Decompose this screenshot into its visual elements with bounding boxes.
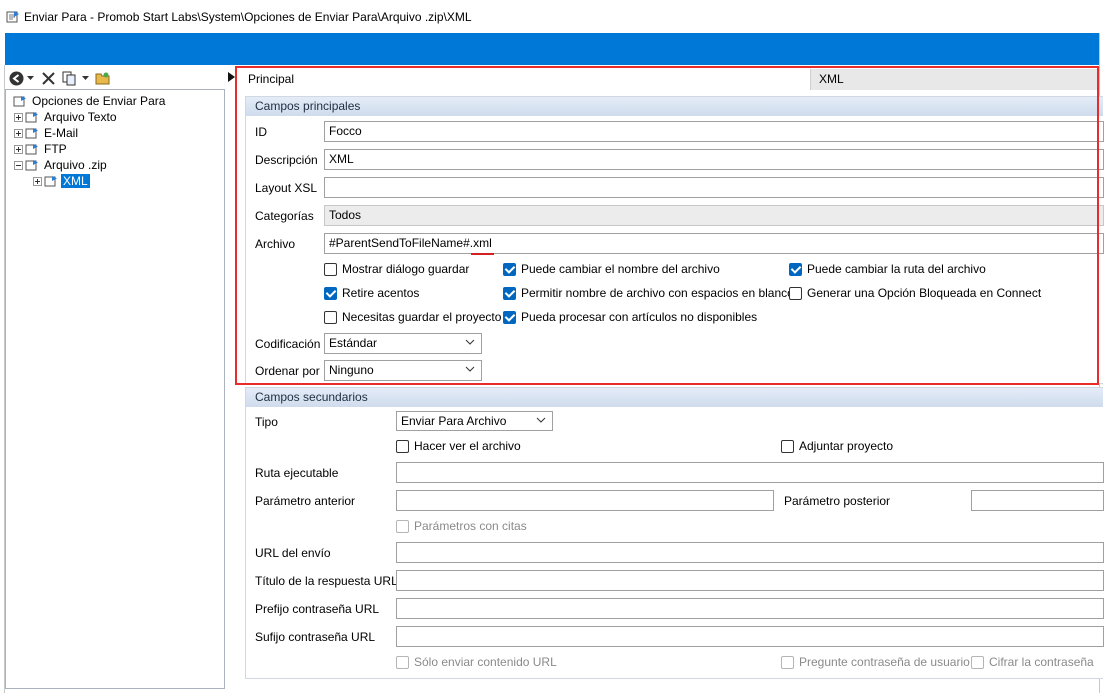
folder-icon[interactable] xyxy=(94,70,110,86)
tree-item-label: Arquivo .zip xyxy=(44,158,107,172)
checkbox-box[interactable] xyxy=(396,439,409,453)
param-before-label: Parámetro anterior xyxy=(255,494,356,508)
send-option-icon xyxy=(25,160,38,171)
ribbon-band xyxy=(5,33,1099,65)
checkbox-label: Pregunte contraseña de usuario xyxy=(799,655,970,669)
copy-icon[interactable] xyxy=(61,70,77,86)
password-suffix-url-field[interactable] xyxy=(396,626,1104,647)
checkbox-label: Cifrar la contraseña xyxy=(989,655,1094,669)
param-after-label: Parámetro posterior xyxy=(784,494,891,508)
chevron-down-icon xyxy=(536,417,546,423)
expand-icon[interactable] xyxy=(14,144,23,154)
delete-icon[interactable] xyxy=(40,70,56,86)
tree-item-label: Arquivo Texto xyxy=(44,110,117,124)
options-tree: Opciones de Enviar Para Arquivo Texto E-… xyxy=(5,89,225,689)
tree-root-label: Opciones de Enviar Para xyxy=(32,94,166,108)
send-url-field[interactable] xyxy=(396,542,1104,563)
type-value: Enviar Para Archivo xyxy=(401,414,507,428)
send-to-icon xyxy=(6,11,19,23)
secondary-fields-header: Campos secundarios xyxy=(246,388,1103,407)
type-label: Tipo xyxy=(255,415,278,429)
checkbox-box[interactable] xyxy=(971,655,984,669)
title-bar: Enviar Para - Promob Start Labs\System\O… xyxy=(0,0,1104,33)
encrypt-password-checkbox[interactable]: Cifrar la contraseña xyxy=(971,655,1094,669)
checkbox-label: Parámetros con citas xyxy=(414,519,527,533)
tree-toolbar xyxy=(5,68,225,88)
highlight-rectangle xyxy=(235,66,1099,385)
password-prefix-url-label: Prefijo contraseña URL xyxy=(255,602,380,616)
send-option-icon xyxy=(44,176,57,187)
params-quotes-checkbox[interactable]: Parámetros con citas xyxy=(396,519,527,533)
checkbox-label: Adjuntar proyecto xyxy=(799,439,894,453)
checkbox-box[interactable] xyxy=(396,519,409,533)
tree-item-arquivo-zip[interactable]: Arquivo .zip xyxy=(14,157,109,173)
tree-item-label: XML xyxy=(61,174,90,188)
password-suffix-url-label: Sufijo contraseña URL xyxy=(255,630,376,644)
options-folder-icon xyxy=(13,96,26,107)
dropdown-arrow-icon[interactable] xyxy=(81,70,89,86)
tree-item-arquivo-texto[interactable]: Arquivo Texto xyxy=(14,109,119,125)
checkbox-box[interactable] xyxy=(396,655,409,669)
window-title: Enviar Para - Promob Start Labs\System\O… xyxy=(24,10,472,24)
expand-icon[interactable] xyxy=(33,176,42,186)
response-title-url-field[interactable] xyxy=(396,570,1104,591)
type-select[interactable]: Enviar Para Archivo xyxy=(396,411,553,431)
show-file-checkbox[interactable]: Hacer ver el archivo xyxy=(396,439,521,453)
response-title-url-label: Título de la respuesta URL xyxy=(255,574,398,588)
checkbox-box[interactable] xyxy=(781,439,794,453)
splitter-arrow-icon[interactable] xyxy=(228,70,235,84)
param-after-field[interactable] xyxy=(971,490,1104,511)
tree-item-ftp[interactable]: FTP xyxy=(14,141,69,157)
collapse-icon[interactable] xyxy=(14,160,23,170)
exec-path-field[interactable] xyxy=(396,462,1104,483)
tree-root[interactable]: Opciones de Enviar Para xyxy=(13,93,167,109)
send-url-label: URL del envío xyxy=(255,546,331,560)
checkbox-label: Sólo enviar contenido URL xyxy=(414,655,557,669)
password-prefix-url-field[interactable] xyxy=(396,598,1104,619)
tree-item-email[interactable]: E-Mail xyxy=(14,125,80,141)
send-option-icon xyxy=(25,112,38,123)
exec-path-label: Ruta ejecutable xyxy=(255,466,339,480)
param-before-field[interactable] xyxy=(396,490,774,511)
back-icon[interactable] xyxy=(8,70,24,86)
send-option-icon xyxy=(25,144,38,155)
tree-item-label: E-Mail xyxy=(44,126,79,140)
checkbox-label: Hacer ver el archivo xyxy=(414,439,521,453)
tree-item-xml[interactable]: XML xyxy=(33,173,90,189)
send-option-icon xyxy=(25,128,38,139)
only-send-url-content-checkbox[interactable]: Sólo enviar contenido URL xyxy=(396,655,557,669)
dropdown-arrow-icon[interactable] xyxy=(26,70,34,86)
expand-icon[interactable] xyxy=(14,128,23,138)
checkbox-box[interactable] xyxy=(781,655,794,669)
tree-item-label: FTP xyxy=(44,142,67,156)
ask-user-password-checkbox[interactable]: Pregunte contraseña de usuario xyxy=(781,655,970,669)
expand-icon[interactable] xyxy=(14,112,23,122)
attach-project-checkbox[interactable]: Adjuntar proyecto xyxy=(781,439,893,453)
